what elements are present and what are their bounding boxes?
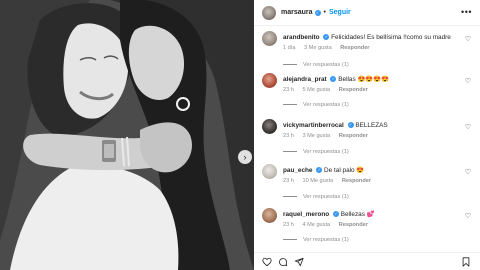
avatar[interactable] — [262, 5, 276, 20]
carousel-next-button[interactable]: › — [238, 150, 252, 164]
avatar[interactable] — [262, 208, 277, 223]
reply-button[interactable]: Responder — [339, 222, 368, 228]
heart-icon[interactable]: ♡ — [465, 123, 471, 131]
chevron-right-icon: › — [243, 151, 247, 162]
instagram-post: › marsaura ✓ • Seguir ••• arandbenito ✓ … — [0, 0, 480, 270]
bookmark-icon[interactable] — [461, 257, 471, 267]
verified-badge-icon: ✓ — [330, 76, 337, 83]
comment-time[interactable]: 23 h — [283, 222, 294, 228]
reply-button[interactable]: Responder — [342, 178, 371, 184]
comment-text: Felicidades! Es bellísima !!como su madr… — [331, 34, 451, 41]
avatar[interactable] — [262, 73, 277, 88]
avatar[interactable] — [262, 119, 277, 134]
heart-icon[interactable]: ♡ — [465, 77, 471, 85]
post-photo[interactable]: › — [0, 0, 254, 270]
avatar[interactable] — [262, 164, 277, 179]
verified-badge-icon: ✓ — [347, 122, 354, 129]
comment-username[interactable]: raquel_merono — [283, 211, 329, 218]
verified-badge-icon: ✓ — [332, 211, 339, 218]
comment-time[interactable]: 23 h — [283, 178, 294, 184]
reply-button[interactable]: Responder — [340, 45, 369, 51]
header-separator: • — [323, 9, 326, 16]
comment-likes[interactable]: 3 Me gusta — [302, 133, 330, 139]
post-header: marsaura ✓ • Seguir ••• — [254, 0, 480, 26]
comment-text: De tal palo 😍 — [324, 167, 365, 174]
view-replies-button[interactable]: Ver respuestas (1) — [283, 62, 349, 68]
comment-icon[interactable] — [278, 257, 288, 267]
post-actions-bar — [254, 252, 480, 270]
comment-likes[interactable]: 10 Me gusta — [302, 178, 333, 184]
view-replies-button[interactable]: Ver respuestas (1) — [283, 102, 349, 108]
comment-time[interactable]: 1 día — [283, 45, 295, 51]
verified-badge-icon: ✓ — [314, 9, 321, 16]
heart-icon[interactable] — [262, 257, 272, 267]
comment-text: BELLEZAS — [355, 122, 388, 129]
photo-illustration — [0, 0, 254, 270]
view-replies-button[interactable]: Ver respuestas (1) — [283, 149, 349, 155]
heart-icon[interactable]: ♡ — [465, 212, 471, 220]
post-username[interactable]: marsaura — [281, 9, 313, 16]
more-options-icon[interactable]: ••• — [461, 7, 472, 17]
share-icon[interactable] — [294, 257, 304, 267]
reply-button[interactable]: Responder — [339, 133, 368, 139]
heart-icon[interactable]: ♡ — [465, 168, 471, 176]
comment-username[interactable]: alejandra_prat — [283, 76, 327, 83]
comment-username[interactable]: vickymartinberrocal — [283, 122, 344, 129]
view-replies-button[interactable]: Ver respuestas (1) — [283, 194, 349, 200]
comment-time[interactable]: 23 h — [283, 87, 294, 93]
comment-username[interactable]: arandbenito — [283, 34, 320, 41]
follow-button[interactable]: Seguir — [329, 9, 351, 16]
comment-likes[interactable]: 3 Me gusta — [304, 45, 332, 51]
reply-button[interactable]: Responder — [339, 87, 368, 93]
heart-icon[interactable]: ♡ — [465, 35, 471, 43]
comment-text: Bellezas 💕 — [340, 211, 375, 218]
comment-time[interactable]: 23 h — [283, 133, 294, 139]
post-side-panel: marsaura ✓ • Seguir ••• arandbenito ✓ Fe… — [254, 0, 480, 270]
comment-likes[interactable]: 4 Me gusta — [302, 222, 330, 228]
view-replies-button[interactable]: Ver respuestas (1) — [283, 237, 349, 243]
verified-badge-icon: ✓ — [316, 167, 323, 174]
comment-likes[interactable]: 5 Me gusta — [302, 87, 330, 93]
comment-text: Bellas 😍😍😍😍 — [338, 76, 390, 83]
avatar[interactable] — [262, 31, 277, 46]
comment-username[interactable]: pau_eche — [283, 167, 312, 174]
verified-badge-icon: ✓ — [323, 34, 330, 41]
